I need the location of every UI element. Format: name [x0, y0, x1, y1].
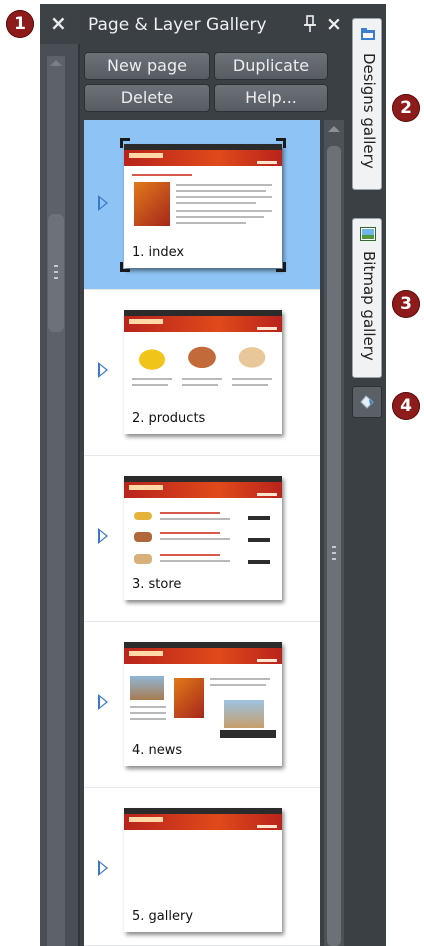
- tab-label: Bitmap gallery: [360, 251, 378, 361]
- left-dock-close-button[interactable]: ×: [50, 13, 67, 33]
- page-list: 1. index 2. products 3. store 4. news 5.…: [84, 120, 320, 946]
- page-label: 3. store: [130, 577, 184, 592]
- scroll-up-arrow-icon[interactable]: [328, 126, 340, 132]
- page-thumbnail[interactable]: 5. gallery: [124, 808, 282, 932]
- selection-corner: [276, 138, 286, 148]
- designs-gallery-icon: [361, 28, 375, 40]
- logo: [129, 319, 163, 324]
- new-page-button[interactable]: New page: [84, 52, 210, 80]
- page-label: 4. news: [130, 743, 185, 758]
- page-item-index[interactable]: 1. index: [84, 120, 320, 290]
- expand-triangle-icon[interactable]: [98, 362, 108, 378]
- expand-triangle-icon[interactable]: [98, 694, 108, 710]
- bitmap-gallery-icon: [360, 227, 376, 241]
- page-thumbnail[interactable]: 3. store: [124, 476, 282, 600]
- page-item-store[interactable]: 3. store: [84, 456, 320, 622]
- callout-marker-2: 2: [392, 94, 420, 122]
- grip-icon: [332, 546, 336, 560]
- expand-triangle-icon[interactable]: [98, 860, 108, 876]
- page-thumbnail[interactable]: 4. news: [124, 642, 282, 766]
- bananas-image: [132, 344, 172, 370]
- callout-marker-1: 1: [6, 10, 34, 38]
- callout-marker-3: 3: [392, 290, 420, 318]
- selection-corner: [120, 138, 130, 148]
- selection-corner: [276, 262, 286, 272]
- page-label: 2. products: [130, 411, 208, 426]
- expand-triangle-icon[interactable]: [98, 195, 108, 211]
- page-item-gallery[interactable]: 5. gallery: [84, 788, 320, 946]
- page-item-news[interactable]: 4. news: [84, 622, 320, 788]
- logo: [129, 153, 163, 158]
- bread-image: [232, 342, 272, 370]
- scroll-up-arrow-icon[interactable]: [50, 60, 62, 66]
- left-dock-scrollbar[interactable]: [47, 56, 65, 946]
- delete-button[interactable]: Delete: [84, 84, 210, 112]
- tab-bitmap-gallery[interactable]: Bitmap gallery: [352, 218, 382, 378]
- news-image: [174, 678, 204, 718]
- page-label: 5. gallery: [130, 909, 196, 924]
- logo: [129, 817, 163, 822]
- basket-image: [182, 342, 222, 370]
- page-layer-gallery-panel: Page & Layer Gallery × New page Duplicat…: [80, 4, 348, 946]
- logo: [129, 485, 163, 490]
- page-label: 1. index: [130, 245, 187, 260]
- pin-icon[interactable]: [303, 14, 317, 34]
- duplicate-button[interactable]: Duplicate: [214, 52, 328, 80]
- tab-designs-gallery[interactable]: Designs gallery: [352, 18, 382, 190]
- news-image: [224, 700, 264, 728]
- logo: [129, 651, 163, 656]
- panel-title: Page & Layer Gallery: [88, 15, 267, 35]
- panel-close-button[interactable]: ×: [326, 14, 342, 34]
- expand-triangle-icon[interactable]: [98, 528, 108, 544]
- grip-icon: [54, 265, 58, 279]
- page-item-products[interactable]: 2. products: [84, 290, 320, 456]
- callout-marker-4: 4: [392, 392, 420, 420]
- tab-fill-tool[interactable]: [352, 386, 382, 418]
- left-dock: ×: [0, 0, 80, 946]
- selection-corner: [120, 262, 130, 272]
- panel-header: Page & Layer Gallery ×: [80, 4, 348, 44]
- help-button[interactable]: Help...: [214, 84, 328, 112]
- leaf-image: [134, 182, 170, 226]
- page-thumbnail[interactable]: 1. index: [124, 144, 282, 268]
- page-list-scrollbar[interactable]: [324, 120, 344, 946]
- tab-label: Designs gallery: [360, 53, 378, 169]
- page-thumbnail[interactable]: 2. products: [124, 310, 282, 434]
- gallery-image-grid: [132, 842, 274, 902]
- news-image: [130, 676, 164, 700]
- fill-tool-icon: [360, 395, 374, 409]
